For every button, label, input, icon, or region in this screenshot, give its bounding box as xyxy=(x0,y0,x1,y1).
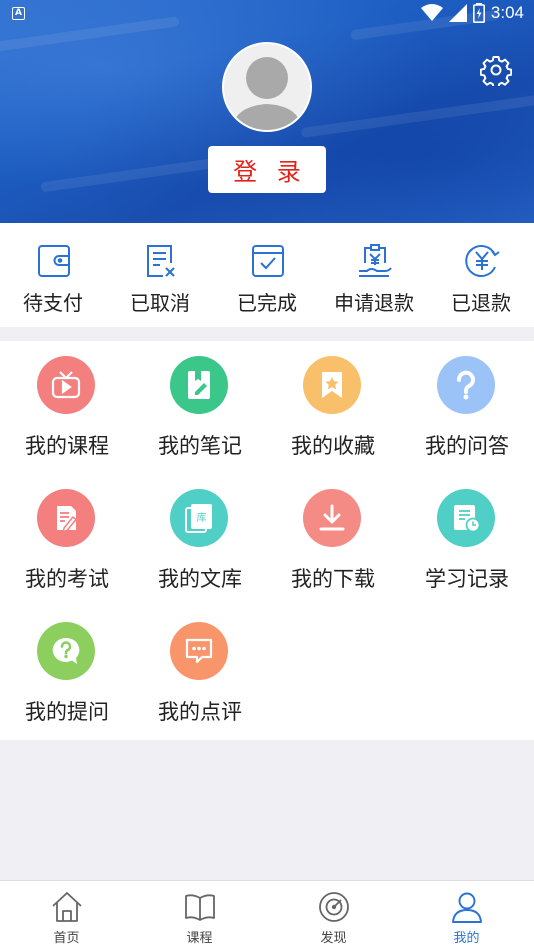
menu-label: 我的课程 xyxy=(25,434,109,458)
comment-icon xyxy=(185,638,213,664)
order-refund-request[interactable]: 申请退款 xyxy=(321,223,427,327)
order-label: 已取消 xyxy=(130,291,190,315)
refunded-icon xyxy=(465,245,500,277)
menu-label: 我的问答 xyxy=(425,434,509,458)
login-button[interactable]: 登 录 xyxy=(208,146,326,193)
menu-item-courses[interactable]: 我的课程 xyxy=(0,341,134,474)
menu-grid: 我的课程 我的笔记 我的收藏 我的问答 我的考试 库 我的文库 我的下载 学习记… xyxy=(0,341,534,740)
settings-icon[interactable] xyxy=(480,54,512,86)
menu-item-favorites[interactable]: 我的收藏 xyxy=(266,341,400,474)
order-refunded[interactable]: 已退款 xyxy=(428,223,534,327)
menu-label: 我的收藏 xyxy=(291,434,375,458)
library-icon: 库 xyxy=(185,504,212,533)
tab-label: 我的 xyxy=(453,931,480,946)
ask-question-icon xyxy=(52,637,80,664)
status-time: 3:04 xyxy=(490,3,524,22)
menu-label: 我的提问 xyxy=(25,700,109,724)
question-icon xyxy=(457,370,475,400)
discover-icon xyxy=(319,892,349,922)
order-status-bar: 待支付 已取消 已完成 申请退款 已退款 xyxy=(0,223,534,327)
order-label: 申请退款 xyxy=(334,291,414,315)
cancelled-doc-icon xyxy=(147,245,175,277)
exam-icon xyxy=(57,506,78,533)
tab-discover[interactable]: 发现 xyxy=(267,881,400,950)
default-avatar-icon xyxy=(224,44,310,130)
tab-mine[interactable]: 我的 xyxy=(400,881,533,950)
refund-request-icon xyxy=(359,244,392,277)
order-completed[interactable]: 已完成 xyxy=(214,223,320,327)
menu-label: 学习记录 xyxy=(425,567,509,591)
menu-item-ask[interactable]: 我的提问 xyxy=(0,607,134,740)
order-label: 已退款 xyxy=(451,291,511,315)
menu-label: 我的下载 xyxy=(291,567,375,591)
check-box-icon xyxy=(252,245,284,277)
bookmark-star-icon xyxy=(322,372,342,398)
svg-text:库: 库 xyxy=(197,511,207,524)
study-record-icon xyxy=(454,505,481,533)
profile-header: A 3:04 登 录 xyxy=(0,0,534,223)
menu-item-notes[interactable]: 我的笔记 xyxy=(133,341,267,474)
menu-item-study-record[interactable]: 学习记录 xyxy=(400,474,534,607)
menu-item-downloads[interactable]: 我的下载 xyxy=(266,474,400,607)
status-bar: A 3:04 xyxy=(0,0,534,28)
menu-item-reviews[interactable]: 我的点评 xyxy=(133,607,267,740)
signal-icon xyxy=(448,4,467,22)
order-pending-payment[interactable]: 待支付 xyxy=(0,223,106,327)
order-cancelled[interactable]: 已取消 xyxy=(107,223,213,327)
menu-item-qa[interactable]: 我的问答 xyxy=(400,341,534,474)
notification-icon: A xyxy=(12,7,25,20)
download-icon xyxy=(319,504,345,531)
order-label: 已完成 xyxy=(237,291,297,315)
tab-home[interactable]: 首页 xyxy=(0,881,133,950)
battery-icon xyxy=(472,3,485,23)
menu-label: 我的文库 xyxy=(158,567,242,591)
bottom-tab-bar: 首页 课程 发现 我的 xyxy=(0,880,534,950)
menu-item-exams[interactable]: 我的考试 xyxy=(0,474,134,607)
order-label: 待支付 xyxy=(23,291,83,315)
menu-item-library[interactable]: 库 我的文库 xyxy=(133,474,267,607)
tv-play-icon xyxy=(51,371,81,399)
profile-icon xyxy=(452,892,482,923)
book-icon xyxy=(185,894,215,921)
avatar[interactable] xyxy=(222,42,312,132)
menu-label: 我的笔记 xyxy=(158,434,242,458)
tab-label: 课程 xyxy=(186,931,213,946)
wifi-icon xyxy=(420,4,443,21)
wallet-icon xyxy=(38,245,70,277)
menu-label: 我的考试 xyxy=(25,567,109,591)
tab-label: 发现 xyxy=(320,931,347,946)
notebook-icon xyxy=(188,371,210,399)
tab-label: 首页 xyxy=(53,931,80,946)
tab-courses[interactable]: 课程 xyxy=(133,881,266,950)
home-icon xyxy=(52,892,82,922)
menu-label: 我的点评 xyxy=(158,700,242,724)
